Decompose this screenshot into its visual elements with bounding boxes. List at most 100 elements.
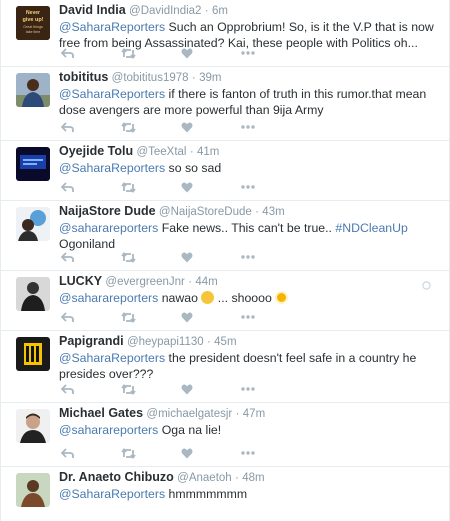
like-icon — [181, 448, 193, 458]
reply-button[interactable] — [61, 181, 121, 193]
avatar[interactable] — [16, 409, 50, 443]
mention-link[interactable]: @saharareporters — [59, 221, 158, 235]
svg-text:Never: Never — [26, 10, 40, 16]
mention-link[interactable]: @SaharaReporters — [59, 351, 165, 365]
like-button[interactable] — [181, 311, 241, 323]
avatar[interactable] — [16, 147, 50, 181]
tweet-text: @SaharaReporters so so sad — [59, 161, 222, 175]
like-button[interactable] — [181, 251, 241, 263]
like-icon — [181, 182, 193, 192]
tweet-text: @saharareporters Oga na lie! — [59, 423, 222, 437]
mention-link[interactable]: @SaharaReporters — [59, 161, 165, 175]
retweet-button[interactable] — [121, 47, 181, 59]
more-button[interactable] — [241, 311, 301, 323]
tweet-time[interactable]: 41m — [197, 146, 219, 158]
avatar[interactable] — [16, 207, 50, 241]
separator: · — [235, 408, 240, 420]
tweet-time[interactable]: 39m — [199, 72, 221, 84]
tweet-item[interactable]: Dr. Anaeto Chibuzo @Anaetoh · 48m @Sahar… — [1, 467, 449, 521]
tweet-fullname[interactable]: tobititus — [59, 70, 108, 84]
tweet-item[interactable]: tobititus @tobititus1978 · 39m @SaharaRe… — [1, 67, 449, 141]
tweet-item[interactable]: Oyejide Tolu @TeeXtal · 41m @SaharaRepor… — [1, 141, 449, 201]
tweet-fullname[interactable]: Papigrandi — [59, 334, 124, 348]
avatar-image — [16, 207, 50, 241]
like-button[interactable] — [181, 383, 241, 395]
tweet-actions — [61, 47, 301, 59]
tweet-username[interactable]: @Anaetoh — [177, 472, 232, 484]
retweet-button[interactable] — [121, 383, 181, 395]
tweet-time[interactable]: 45m — [214, 336, 236, 348]
tweet-username[interactable]: @evergreenJnr — [105, 276, 184, 288]
tweet-fullname[interactable]: David India — [59, 3, 126, 17]
tweet-fullname[interactable]: NaijaStore Dude — [59, 204, 156, 218]
separator: · — [206, 336, 211, 348]
tweet-item[interactable]: Never give up! Great things take time Da… — [1, 0, 449, 67]
tweet-time[interactable]: 6m — [212, 5, 228, 17]
separator: · — [204, 5, 209, 17]
separator: · — [255, 206, 259, 218]
tweet-username[interactable]: @heypapi1130 — [127, 336, 204, 348]
avatar-image — [16, 409, 50, 443]
tweet-item[interactable]: NaijaStore Dude @NaijaStoreDude · 43m @s… — [1, 201, 449, 271]
retweet-icon — [121, 311, 136, 323]
tweet-fullname[interactable]: Michael Gates — [59, 406, 143, 420]
mention-link[interactable]: @SaharaReporters — [59, 487, 165, 501]
like-icon — [181, 384, 193, 394]
more-button[interactable] — [241, 447, 301, 459]
like-button[interactable] — [181, 47, 241, 59]
tweet-username[interactable]: @NaijaStoreDude — [159, 206, 252, 218]
retweet-button[interactable] — [121, 121, 181, 133]
avatar[interactable] — [16, 277, 50, 311]
retweet-button[interactable] — [121, 181, 181, 193]
mention-link[interactable]: @SaharaReporters — [59, 87, 165, 101]
tweet-item[interactable]: Papigrandi @heypapi1130 · 45m @SaharaRep… — [1, 331, 449, 403]
mention-link[interactable]: @SaharaReporters — [59, 20, 165, 34]
reply-icon — [61, 47, 74, 58]
mention-link[interactable]: @saharareporters — [59, 291, 158, 305]
more-button[interactable] — [241, 251, 301, 263]
tweet-username[interactable]: @DavidIndia2 — [129, 5, 201, 17]
tweet-fullname[interactable]: Dr. Anaeto Chibuzo — [59, 470, 174, 484]
retweet-button[interactable] — [121, 251, 181, 263]
reply-button[interactable] — [61, 121, 121, 133]
more-button[interactable] — [241, 383, 301, 395]
avatar[interactable] — [16, 73, 50, 107]
tweet-username[interactable]: @TeeXtal — [136, 146, 186, 158]
more-button[interactable] — [241, 47, 301, 59]
more-icon — [241, 125, 255, 129]
tweet-username[interactable]: @michaelgatesjr — [146, 408, 232, 420]
more-button[interactable] — [241, 181, 301, 193]
reply-icon — [61, 121, 74, 132]
tweet-username[interactable]: @tobititus1978 — [112, 72, 189, 84]
reply-button[interactable] — [61, 447, 121, 459]
tweet-time[interactable]: 43m — [262, 206, 284, 218]
retweet-icon — [121, 251, 136, 263]
like-button[interactable] — [181, 447, 241, 459]
mention-link[interactable]: @saharareporters — [59, 423, 158, 437]
more-icon — [241, 185, 255, 189]
tweet-actions — [61, 311, 301, 323]
reply-icon — [61, 447, 74, 458]
retweet-button[interactable] — [121, 311, 181, 323]
tweet-item[interactable]: LUCKY @evergreenJnr · 44m @saharareporte… — [1, 271, 449, 331]
like-button[interactable] — [181, 121, 241, 133]
tweet-fullname[interactable]: Oyejide Tolu — [59, 144, 133, 158]
more-button[interactable] — [241, 121, 301, 133]
reply-button[interactable] — [61, 47, 121, 59]
tweet-time[interactable]: 47m — [243, 408, 265, 420]
tweet-item[interactable]: Michael Gates @michaelgatesjr · 47m @sah… — [1, 403, 449, 467]
avatar[interactable] — [16, 473, 50, 507]
tweet-time[interactable]: 44m — [195, 276, 217, 288]
reply-button[interactable] — [61, 383, 121, 395]
avatar[interactable]: Never give up! Great things take time — [16, 6, 50, 40]
retweet-button[interactable] — [121, 447, 181, 459]
tweet-time[interactable]: 48m — [242, 472, 264, 484]
like-icon — [181, 252, 193, 262]
reply-button[interactable] — [61, 251, 121, 263]
tweet-fullname[interactable]: LUCKY — [59, 274, 102, 288]
tweet-actions — [61, 251, 301, 263]
hashtag-link[interactable]: #NDCleanUp — [335, 221, 407, 235]
avatar[interactable] — [16, 337, 50, 371]
like-button[interactable] — [181, 181, 241, 193]
reply-button[interactable] — [61, 311, 121, 323]
